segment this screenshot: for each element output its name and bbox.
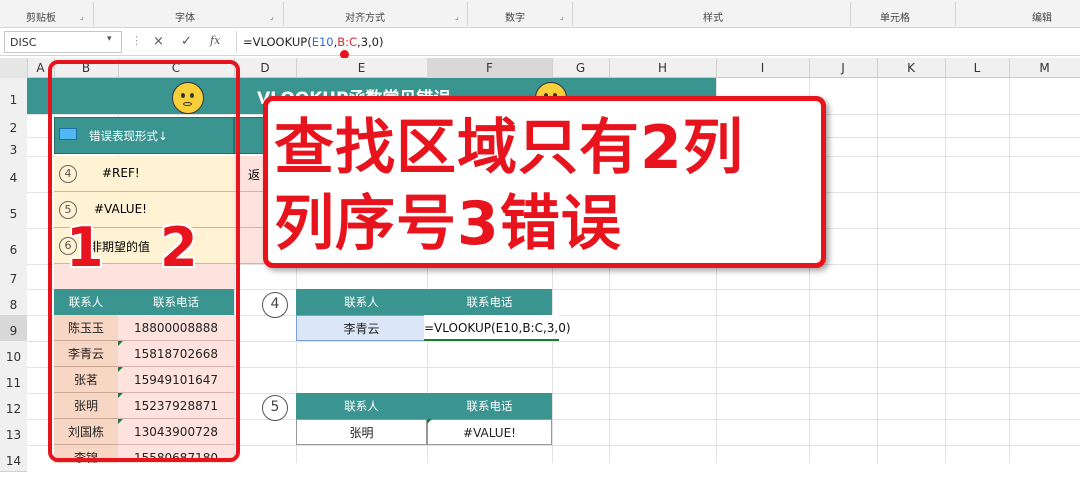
more-icon: ⋮ [131, 34, 142, 47]
example-name-cell[interactable]: 张明 [296, 419, 427, 445]
name-box-dropdown-icon[interactable]: ▾ [107, 34, 112, 44]
column-header[interactable]: D [234, 58, 297, 78]
example-header: 联系人 [296, 289, 427, 315]
gridline [945, 78, 946, 463]
active-formula-cell[interactable]: =VLOOKUP(E10,B:C,3,0) [424, 315, 571, 341]
row-header[interactable]: 3 [0, 137, 27, 157]
cancel-icon[interactable]: × [153, 34, 164, 49]
dialog-launcher-icon[interactable]: ⌟ [455, 12, 459, 21]
ribbon-group-styles[interactable]: 样式 [703, 9, 723, 24]
lookup-name-cell[interactable]: 李青云 [296, 315, 427, 341]
column-header[interactable]: L [945, 58, 1010, 78]
formula-ref-bc: B:C [337, 35, 358, 49]
column-header[interactable]: G [552, 58, 610, 78]
column-header[interactable]: I [716, 58, 810, 78]
row-header[interactable]: 9 [0, 315, 27, 342]
ribbon-separator [283, 2, 284, 26]
row-header[interactable]: 13 [0, 419, 27, 446]
ribbon-group-number[interactable]: 数字 [505, 9, 525, 24]
formula-part: ,3,0) [357, 35, 384, 49]
row-header[interactable]: 11 [0, 367, 27, 394]
error-indicator [427, 419, 432, 424]
callout-box: 查找区域只有2列 列序号3错误 [263, 96, 826, 268]
column-header[interactable]: H [609, 58, 717, 78]
ribbon-separator [850, 2, 851, 26]
ribbon-group-font[interactable]: 字体 [175, 9, 195, 24]
column-header[interactable]: J [809, 58, 878, 78]
row-header[interactable]: 2 [0, 114, 27, 138]
example-header: 联系电话 [427, 289, 552, 315]
example-result-cell[interactable]: #VALUE! [427, 419, 552, 445]
dialog-launcher-icon[interactable]: ⌟ [80, 12, 84, 21]
row-header[interactable]: 10 [0, 341, 27, 368]
row-header[interactable]: 8 [0, 289, 27, 316]
row-header[interactable]: 4 [0, 156, 27, 193]
ribbon-separator [955, 2, 956, 26]
row-header[interactable]: 12 [0, 393, 27, 420]
dialog-launcher-icon[interactable]: ⌟ [270, 12, 274, 21]
row-header[interactable]: 1 [0, 78, 27, 115]
formula-part: =VLOOKUP( [243, 35, 312, 49]
callout-line-2: 列序号3错误 [274, 189, 622, 259]
row-header[interactable]: 6 [0, 228, 27, 265]
column-header[interactable]: F [427, 58, 553, 78]
dialog-launcher-icon[interactable]: ⌟ [560, 12, 564, 21]
formula-bar: DISC ▾ ⋮ × ✓ fx =VLOOKUP(E10,B:C,3,0) [0, 28, 1080, 56]
error-desc-partial: 返 [248, 168, 261, 182]
ribbon-separator [572, 2, 573, 26]
row-header[interactable]: 5 [0, 192, 27, 229]
circled-number: 5 [262, 395, 288, 421]
insert-function-icon[interactable]: fx [210, 34, 220, 47]
formula-ref-e10: E10 [311, 35, 334, 49]
callout-line-1: 查找区域只有2列 [274, 113, 744, 183]
row-header[interactable]: 14 [0, 445, 27, 472]
example-header: 联系电话 [427, 393, 552, 419]
example-header: 联系人 [296, 393, 427, 419]
column-header[interactable]: K [877, 58, 946, 78]
ribbon-group-clipboard[interactable]: 剪贴板 [26, 9, 56, 24]
row-headers: 1 2 3 4 5 6 7 8 9 10 11 12 13 14 [0, 78, 27, 472]
column-header[interactable]: M [1009, 58, 1080, 78]
formula-input[interactable]: =VLOOKUP(E10,B:C,3,0) [236, 31, 1076, 53]
annotation-number-2: 2 [160, 216, 198, 279]
name-box[interactable]: DISC [4, 31, 122, 53]
ribbon-group-editing[interactable]: 编辑 [1032, 9, 1052, 24]
ribbon-separator [93, 2, 94, 26]
enter-icon[interactable]: ✓ [181, 34, 192, 49]
gridline [1009, 78, 1010, 463]
row-header[interactable]: 7 [0, 264, 27, 290]
circled-number: 4 [262, 292, 288, 318]
ribbon-separator [467, 2, 468, 26]
ribbon: 剪贴板 ⌟ 字体 ⌟ 对齐方式 ⌟ 数字 ⌟ 样式 单元格 编辑 [0, 0, 1080, 28]
ribbon-group-alignment[interactable]: 对齐方式 [345, 9, 385, 24]
select-all-corner[interactable] [0, 58, 28, 78]
gridline [877, 78, 878, 463]
column-header[interactable]: E [296, 58, 428, 78]
annotation-number-1: 1 [66, 216, 104, 279]
ribbon-group-cells[interactable]: 单元格 [880, 9, 910, 24]
